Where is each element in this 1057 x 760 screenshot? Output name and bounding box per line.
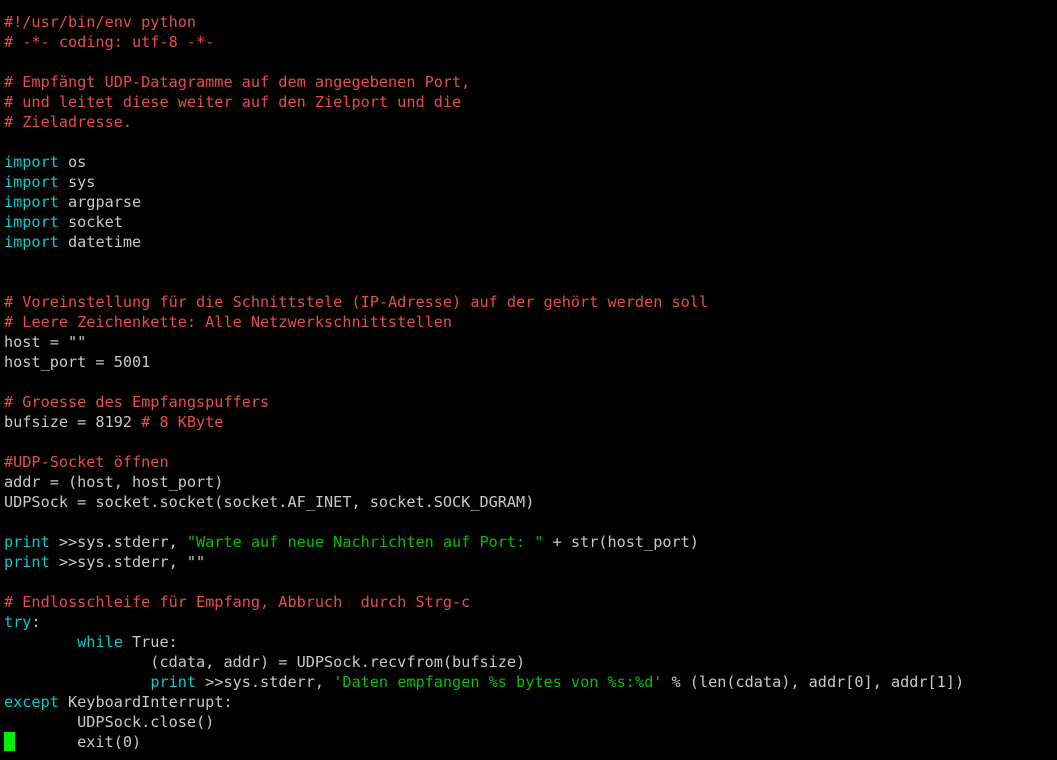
code-token-plain: datetime [58,233,142,251]
code-token-plain: sys [58,173,96,191]
code-line[interactable]: import os [4,152,964,172]
code-line[interactable] [4,432,964,452]
code-token-plain: >>sys.stderr, [196,673,334,691]
code-line[interactable]: except KeyboardInterrupt: [4,692,964,712]
code-line[interactable] [4,372,964,392]
code-token-plain: >>sys.stderr, "" [49,553,206,571]
code-token-keyword: try [4,613,32,631]
code-token-plain: (cdata, addr) = UDPSock.recvfrom(bufsize… [4,653,526,671]
code-line[interactable]: # Groesse des Empfangspuffers [4,392,964,412]
code-token-plain: bufsize = 8192 [4,413,142,431]
code-line[interactable]: import sys [4,172,964,192]
code-token-string: "Warte auf neue Nachrichten auf Port: " [186,533,544,551]
code-token-string: 'Daten empfangen %s bytes von %s:%d' [333,673,663,691]
code-token-plain: KeyboardInterrupt: [58,693,233,711]
code-token-plain: host = "" [4,333,87,351]
code-token-plain: True: [122,633,178,651]
text-cursor [4,732,15,751]
code-line[interactable]: addr = (host, host_port) [4,472,964,492]
code-token-plain: UDPSock.close() [4,713,215,731]
code-token-plain: % (len(cdata), addr[0], addr[1]) [662,673,965,691]
code-token-plain: argparse [58,193,142,211]
code-line[interactable]: (cdata, addr) = UDPSock.recvfrom(bufsize… [4,652,964,672]
code-token-comment: # Leere Zeichenkette: Alle Netzwerkschni… [4,313,453,331]
code-line[interactable]: print >>sys.stderr, "Warte auf neue Nach… [4,532,964,552]
code-line[interactable]: # und leitet diese weiter auf den Zielpo… [4,92,964,112]
code-token-keyword: print [150,673,197,691]
code-token-keyword: import [4,213,59,231]
code-line[interactable]: #UDP-Socket öffnen [4,452,964,472]
code-line[interactable]: import datetime [4,232,964,252]
code-line[interactable]: # Empfängt UDP-Datagramme auf dem angege… [4,72,964,92]
code-token-keyword: print [4,553,50,571]
code-token-keyword: import [4,173,59,191]
code-token-comment: # Groesse des Empfangspuffers [4,393,270,411]
code-token-plain: addr = (host, host_port) [4,473,224,491]
code-token-comment: # 8 KByte [141,413,224,431]
code-line[interactable]: host = "" [4,332,964,352]
code-token-comment: # und leitet diese weiter auf den Zielpo… [4,93,462,111]
code-line[interactable]: host_port = 5001 [4,352,964,372]
code-token-plain: exit(0) [4,733,142,751]
code-line[interactable]: #!/usr/bin/env python [4,12,964,32]
code-line[interactable]: UDPSock.close() [4,712,964,732]
code-token-plain: >>sys.stderr, [49,533,187,551]
code-token-plain: UDPSock = socket.socket(socket.AF_INET, … [4,493,535,511]
code-token-keyword: print [4,533,50,551]
code-line[interactable]: while True: [4,632,964,652]
code-token-comment: #!/usr/bin/env python [4,13,197,31]
code-line[interactable]: print >>sys.stderr, 'Daten empfangen %s … [4,672,964,692]
code-line[interactable]: import argparse [4,192,964,212]
terminal-window[interactable]: #!/usr/bin/env python # -*- coding: utf-8… [0,0,1057,760]
code-text-area[interactable]: #!/usr/bin/env python # -*- coding: utf-8… [4,12,964,752]
code-line[interactable] [4,512,964,532]
code-line[interactable]: # Zieladresse. [4,112,964,132]
code-line[interactable] [4,52,964,72]
code-token-keyword: import [4,193,59,211]
code-token-plain: : [31,613,41,631]
code-line[interactable]: # -*- coding: utf-8 -*- [4,32,964,52]
code-token-comment: # Empfängt UDP-Datagramme auf dem angege… [4,73,471,91]
code-token-comment: #UDP-Socket öffnen [4,453,169,471]
code-line[interactable]: print >>sys.stderr, "" [4,552,964,572]
code-line[interactable]: # Voreinstellung für die Schnittstele (I… [4,292,964,312]
code-token-keyword: import [4,233,59,251]
code-token-comment: # Voreinstellung für die Schnittstele (I… [4,293,709,311]
code-line[interactable] [4,132,964,152]
code-token-plain: os [58,153,87,171]
code-token-comment: # Zieladresse. [4,113,133,131]
code-line[interactable] [4,572,964,592]
code-token-plain: host_port = 5001 [4,353,151,371]
code-line[interactable]: UDPSock = socket.socket(socket.AF_INET, … [4,492,964,512]
code-token-keyword: import [4,153,59,171]
code-token-plain: socket [58,213,123,231]
code-line[interactable]: # Endlosschleife für Empfang, Abbruch du… [4,592,964,612]
code-token-comment: # Endlosschleife für Empfang, Abbruch du… [4,593,471,611]
code-line[interactable]: # Leere Zeichenkette: Alle Netzwerkschni… [4,312,964,332]
code-line[interactable] [4,272,964,292]
code-token-keyword: except [4,693,59,711]
code-line[interactable]: bufsize = 8192 # 8 KByte [4,412,964,432]
code-line[interactable]: import socket [4,212,964,232]
code-line[interactable]: try: [4,612,964,632]
code-token-plain: + str(host_port) [543,533,699,551]
code-token-keyword: while [77,633,123,651]
code-token-comment: # -*- coding: utf-8 -*- [4,33,215,51]
code-line[interactable]: exit(0) [4,732,964,752]
code-line[interactable] [4,252,964,272]
